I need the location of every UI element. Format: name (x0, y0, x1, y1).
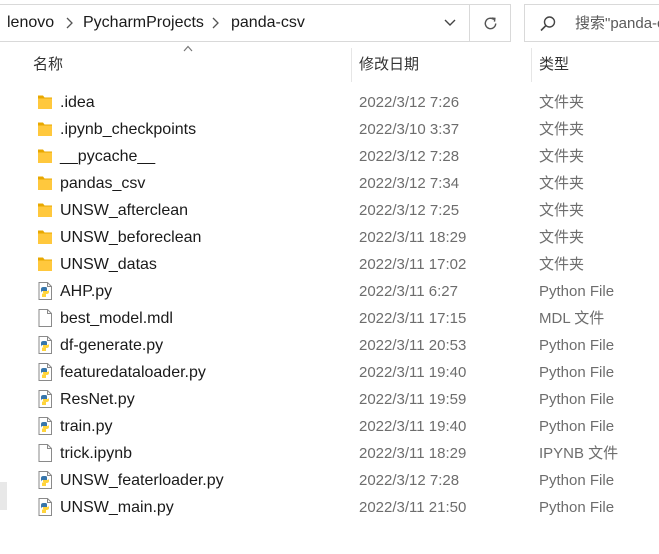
file-row[interactable]: trick.ipynb 2022/3/11 18:29 IPYNB 文件 (22, 440, 659, 467)
column-divider[interactable] (351, 48, 352, 82)
file-type: 文件夹 (539, 202, 585, 219)
file-row[interactable]: AHP.py 2022/3/11 6:27 Python File (22, 278, 659, 305)
file-row[interactable]: .ipynb_checkpoints 2022/3/10 3:37 文件夹 (22, 116, 659, 143)
file-row[interactable]: UNSW_afterclean 2022/3/12 7:25 文件夹 (22, 197, 659, 224)
python-file-icon (36, 470, 54, 490)
file-type: IPYNB 文件 (539, 445, 619, 462)
refresh-icon (484, 16, 496, 29)
search-input[interactable] (575, 5, 659, 41)
file-modified-date: 2022/3/12 7:25 (359, 202, 460, 219)
python-file-icon (36, 335, 54, 355)
folder-icon (36, 254, 54, 274)
file-modified-date: 2022/3/11 6:27 (359, 283, 458, 300)
breadcrumb-pycharmprojects[interactable]: PycharmProjects (83, 5, 204, 41)
search-icon (539, 15, 557, 33)
file-modified-date: 2022/3/11 19:59 (359, 391, 467, 408)
address-bar[interactable]: lenovo PycharmProjects panda-csv (0, 4, 511, 42)
file-row[interactable]: best_model.mdl 2022/3/11 17:15 MDL 文件 (22, 305, 659, 332)
blank-file-icon (36, 443, 54, 463)
file-name[interactable]: UNSW_featerloader.py (60, 467, 224, 494)
file-type: Python File (539, 391, 615, 408)
column-header-type[interactable]: 类型 (539, 48, 569, 84)
file-type: 文件夹 (539, 256, 585, 273)
file-row[interactable]: __pycache__ 2022/3/12 7:28 文件夹 (22, 143, 659, 170)
file-type: 文件夹 (539, 148, 585, 165)
python-file-icon (36, 281, 54, 301)
file-type: Python File (539, 337, 615, 354)
file-row[interactable]: pandas_csv 2022/3/12 7:34 文件夹 (22, 170, 659, 197)
file-modified-date: 2022/3/11 19:40 (359, 418, 467, 435)
folder-icon (36, 200, 54, 220)
column-header-name[interactable]: 名称 (33, 48, 63, 84)
file-modified-date: 2022/3/12 7:26 (359, 94, 460, 111)
file-row[interactable]: UNSW_datas 2022/3/11 17:02 文件夹 (22, 251, 659, 278)
file-modified-date: 2022/3/11 17:15 (359, 310, 467, 327)
file-type: 文件夹 (539, 229, 585, 246)
file-modified-date: 2022/3/12 7:34 (359, 175, 460, 192)
file-row[interactable]: UNSW_beforeclean 2022/3/11 18:29 文件夹 (22, 224, 659, 251)
file-name[interactable]: .ipynb_checkpoints (60, 116, 196, 143)
file-modified-date: 2022/3/11 20:53 (359, 337, 467, 354)
blank-file-icon (36, 308, 54, 328)
file-name[interactable]: df-generate.py (60, 332, 163, 359)
file-row[interactable]: train.py 2022/3/11 19:40 Python File (22, 413, 659, 440)
file-row[interactable]: ResNet.py 2022/3/11 19:59 Python File (22, 386, 659, 413)
chevron-right-icon[interactable] (208, 5, 222, 41)
folder-icon (36, 227, 54, 247)
file-name[interactable]: __pycache__ (60, 143, 155, 170)
file-row[interactable]: featuredataloader.py 2022/3/11 19:40 Pytho… (22, 359, 659, 386)
folder-icon (36, 146, 54, 166)
file-name[interactable]: UNSW_datas (60, 251, 157, 278)
file-modified-date: 2022/3/12 7:28 (359, 472, 460, 489)
folder-icon (36, 119, 54, 139)
search-box[interactable] (524, 4, 659, 42)
file-type: 文件夹 (539, 175, 585, 192)
file-modified-date: 2022/3/11 17:02 (359, 256, 467, 273)
file-modified-date: 2022/3/12 7:28 (359, 148, 460, 165)
breadcrumb-panda-csv[interactable]: panda-csv (231, 5, 305, 41)
refresh-button[interactable] (470, 5, 510, 41)
file-modified-date: 2022/3/11 19:40 (359, 364, 467, 381)
file-name[interactable]: ResNet.py (60, 386, 135, 413)
file-name[interactable]: featuredataloader.py (60, 359, 206, 386)
file-type: Python File (539, 283, 615, 300)
file-type: Python File (539, 499, 615, 516)
file-name[interactable]: best_model.mdl (60, 305, 173, 332)
file-row[interactable]: UNSW_featerloader.py 2022/3/12 7:28 Python… (22, 467, 659, 494)
file-modified-date: 2022/3/10 3:37 (359, 121, 460, 138)
file-modified-date: 2022/3/11 18:29 (359, 445, 467, 462)
column-header-date[interactable]: 修改日期 (359, 48, 419, 84)
folder-icon (36, 173, 54, 193)
file-name[interactable]: AHP.py (60, 278, 112, 305)
file-type: 文件夹 (539, 94, 585, 111)
file-name[interactable]: train.py (60, 413, 112, 440)
python-file-icon (36, 362, 54, 382)
file-name[interactable]: .idea (60, 89, 95, 116)
file-row[interactable]: df-generate.py 2022/3/11 20:53 Python File (22, 332, 659, 359)
file-row[interactable]: .idea 2022/3/12 7:26 文件夹 (22, 89, 659, 116)
file-name[interactable]: UNSW_beforeclean (60, 224, 201, 251)
breadcrumb-lenovo[interactable]: lenovo (7, 5, 54, 41)
python-file-icon (36, 497, 54, 517)
folder-icon (36, 92, 54, 112)
file-modified-date: 2022/3/11 18:29 (359, 229, 467, 246)
chevron-right-icon[interactable] (62, 5, 76, 41)
navigation-pane-edge (0, 482, 7, 510)
file-name[interactable]: UNSW_afterclean (60, 197, 188, 224)
file-row[interactable]: UNSW_main.py 2022/3/11 21:50 Python File (22, 494, 659, 521)
file-type: Python File (539, 364, 615, 381)
file-type: 文件夹 (539, 121, 585, 138)
python-file-icon (36, 389, 54, 409)
file-type: Python File (539, 472, 615, 489)
chevron-down-icon[interactable] (433, 5, 467, 41)
file-name[interactable]: trick.ipynb (60, 440, 132, 467)
file-name[interactable]: pandas_csv (60, 170, 145, 197)
file-type: MDL 文件 (539, 310, 605, 327)
column-divider[interactable] (531, 48, 532, 82)
file-type: Python File (539, 418, 615, 435)
file-modified-date: 2022/3/11 21:50 (359, 499, 467, 516)
sort-ascending-icon (183, 45, 193, 52)
python-file-icon (36, 416, 54, 436)
file-name[interactable]: UNSW_main.py (60, 494, 174, 521)
